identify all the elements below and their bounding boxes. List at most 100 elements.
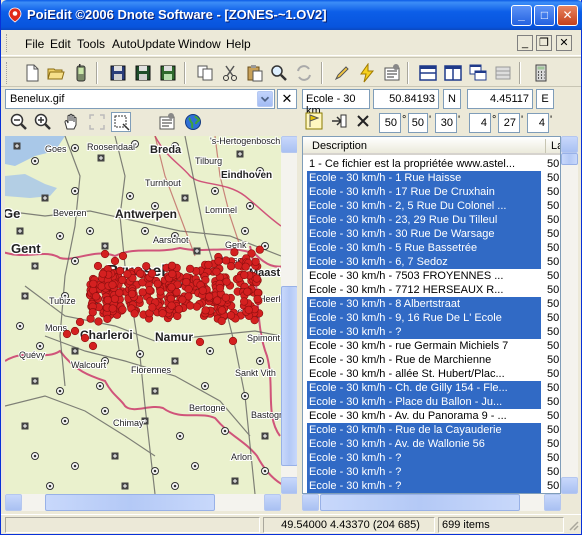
lightning-icon[interactable]: [357, 63, 377, 83]
scroll-down-icon[interactable]: [561, 477, 578, 494]
list-item[interactable]: Ecole - 30 km/h - Rue de Marchienne 50.: [303, 353, 560, 367]
column-divider[interactable]: [545, 139, 546, 153]
list-item[interactable]: Ecole - 30 km/h - Rue de la Cayauderie 50…: [303, 423, 560, 437]
close-map-button[interactable]: ✕: [277, 89, 297, 109]
poi-marker[interactable]: [168, 269, 177, 279]
menu-help[interactable]: Help: [226, 37, 251, 51]
poi-marker[interactable]: [214, 257, 223, 266]
list-item[interactable]: Ecole - 30 km/h - ? 50.: [303, 325, 560, 339]
close-button[interactable]: ✕: [557, 5, 578, 26]
poi-marker[interactable]: [147, 269, 157, 278]
poi-marker[interactable]: [201, 306, 210, 315]
pane-splitter[interactable]: [297, 87, 301, 512]
list-item[interactable]: Ecole - 30 km/h - ? 50.: [303, 465, 560, 479]
poi-marker[interactable]: [166, 294, 175, 303]
column-description[interactable]: Description: [312, 140, 367, 152]
flag-icon[interactable]: [304, 111, 324, 131]
minimize-button[interactable]: _: [511, 5, 532, 26]
scroll-up-icon[interactable]: [281, 136, 298, 153]
menu-edit[interactable]: Edit: [50, 37, 71, 51]
poi-marker[interactable]: [118, 305, 127, 314]
poi-marker[interactable]: [167, 301, 176, 310]
poi-marker[interactable]: [103, 295, 112, 305]
poi-marker[interactable]: [186, 264, 195, 273]
paste-icon[interactable]: [245, 63, 265, 83]
cut-icon[interactable]: [220, 63, 240, 83]
save-all-icon[interactable]: [158, 63, 178, 83]
poi-marker[interactable]: [205, 292, 214, 301]
tile-windows-icon[interactable]: [493, 63, 513, 83]
zoom-extent-icon[interactable]: [87, 112, 107, 132]
scroll-left-icon[interactable]: [302, 494, 319, 511]
poi-marker[interactable]: [240, 270, 249, 280]
poi-name-field[interactable]: Ecole - 30 km: [302, 89, 370, 117]
poi-marker[interactable]: [186, 301, 195, 310]
poi-marker[interactable]: [142, 262, 151, 271]
list-item[interactable]: Ecole - 30 km/h - Av. de Wallonie 56 50.: [303, 437, 560, 451]
poi-marker[interactable]: [255, 245, 264, 254]
scroll-left-icon[interactable]: [5, 494, 22, 511]
poi-marker[interactable]: [153, 279, 162, 288]
poi-marker[interactable]: [228, 336, 238, 346]
poi-marker[interactable]: [130, 309, 139, 318]
list-vertical-scrollbar[interactable]: [561, 136, 578, 494]
poi-marker[interactable]: [230, 248, 239, 257]
latitude-seconds-field[interactable]: 30: [435, 113, 457, 133]
delete-x-icon[interactable]: [353, 111, 373, 131]
poi-marker[interactable]: [123, 270, 132, 279]
poi-marker[interactable]: [251, 257, 260, 266]
poi-marker[interactable]: [217, 316, 226, 326]
scroll-up-icon[interactable]: [561, 136, 578, 153]
poi-marker[interactable]: [226, 311, 236, 320]
list-item[interactable]: Ecole - 30 km/h - 17 Rue De Cruxhain 50.: [303, 185, 560, 199]
zoom-in-icon[interactable]: [33, 112, 53, 132]
poi-marker[interactable]: [212, 267, 221, 276]
list-item[interactable]: Ecole - 30 km/h - ? 50.: [303, 479, 560, 493]
list-item[interactable]: Ecole - 30 km/h - 23, 29 Rue Du Tilleul 5…: [303, 213, 560, 227]
poi-marker[interactable]: [88, 341, 98, 351]
find-icon[interactable]: [269, 63, 289, 83]
poi-marker[interactable]: [213, 296, 222, 305]
menu-file[interactable]: File: [25, 37, 44, 51]
list-item[interactable]: Ecole - 30 km/h - 7712 HERSEAUX R... 50.: [303, 283, 560, 297]
goto-poi-icon[interactable]: [329, 111, 349, 131]
mdi-restore-button[interactable]: ❐: [536, 35, 552, 51]
longitude-minutes-field[interactable]: 27: [498, 113, 520, 133]
poi-marker[interactable]: [108, 304, 117, 313]
poi-marker[interactable]: [204, 260, 213, 269]
poi-marker[interactable]: [178, 295, 187, 304]
latitude-hemisphere-button[interactable]: N: [443, 89, 461, 109]
longitude-degrees-field[interactable]: 4: [469, 113, 491, 133]
poi-marker[interactable]: [103, 314, 112, 323]
map-file-combo[interactable]: Benelux.gif: [5, 89, 275, 109]
poi-marker[interactable]: [221, 256, 231, 265]
poi-marker[interactable]: [115, 266, 125, 275]
list-item[interactable]: Ecole - 30 km/h - 5 Rue Bassetrée 50.: [303, 241, 560, 255]
list-item[interactable]: Ecole - 30 km/h - 7503 FROYENNES ... 50.: [303, 269, 560, 283]
calculator-icon[interactable]: [531, 63, 551, 83]
poi-marker[interactable]: [127, 289, 137, 298]
list-item[interactable]: Ecole - 30 km/h - 8 Albertstraat 50.: [303, 297, 560, 311]
poi-marker[interactable]: [91, 292, 101, 301]
poi-marker[interactable]: [252, 274, 261, 283]
poi-marker[interactable]: [88, 308, 97, 317]
poi-marker[interactable]: [173, 311, 182, 321]
select-rectangle-icon[interactable]: [111, 112, 131, 132]
latitude-minutes-field[interactable]: 50: [408, 113, 428, 133]
poi-marker[interactable]: [75, 317, 85, 327]
list-item[interactable]: Ecole - 30 km/h - allée St. Hubert/Plac.…: [303, 367, 560, 381]
poi-marker[interactable]: [167, 261, 177, 270]
poi-list[interactable]: Description La 1 - Ce fichier est la pro…: [302, 136, 561, 494]
list-item[interactable]: Ecole - 30 km/h - 2, 5 Rue Du Colonel ..…: [303, 199, 560, 213]
poi-marker[interactable]: [240, 297, 249, 306]
poi-marker[interactable]: [217, 306, 227, 315]
poi-marker[interactable]: [110, 294, 119, 303]
poi-marker[interactable]: [182, 277, 191, 287]
map-vertical-thumb[interactable]: [281, 286, 298, 466]
map-horizontal-scrollbar[interactable]: [5, 494, 281, 511]
poi-marker[interactable]: [222, 277, 231, 286]
list-item[interactable]: Ecole - 30 km/h - 6, 7 Sedoz 50.: [303, 255, 560, 269]
poi-marker[interactable]: [158, 309, 167, 318]
edit-pencil-icon[interactable]: [332, 63, 352, 83]
poi-marker[interactable]: [70, 326, 80, 336]
